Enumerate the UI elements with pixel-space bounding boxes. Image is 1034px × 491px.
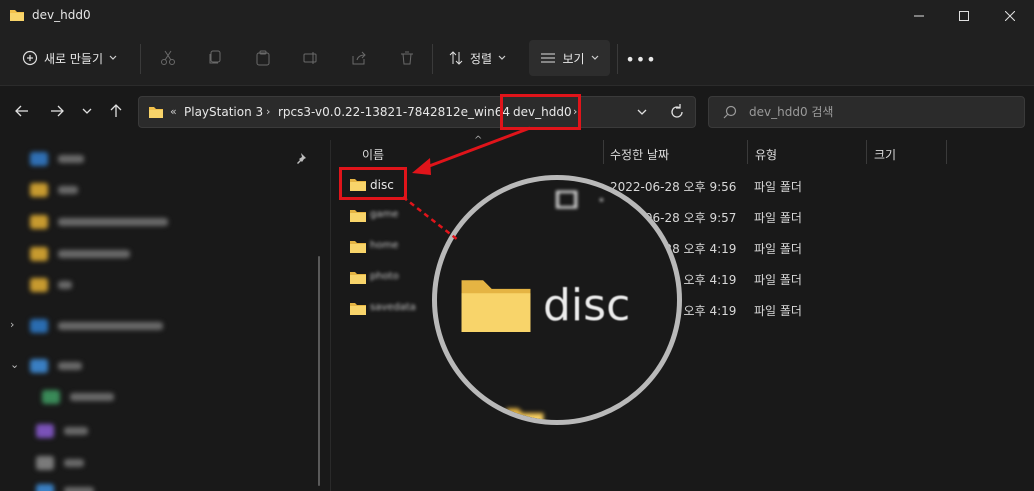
annotation-arrows xyxy=(402,126,531,241)
